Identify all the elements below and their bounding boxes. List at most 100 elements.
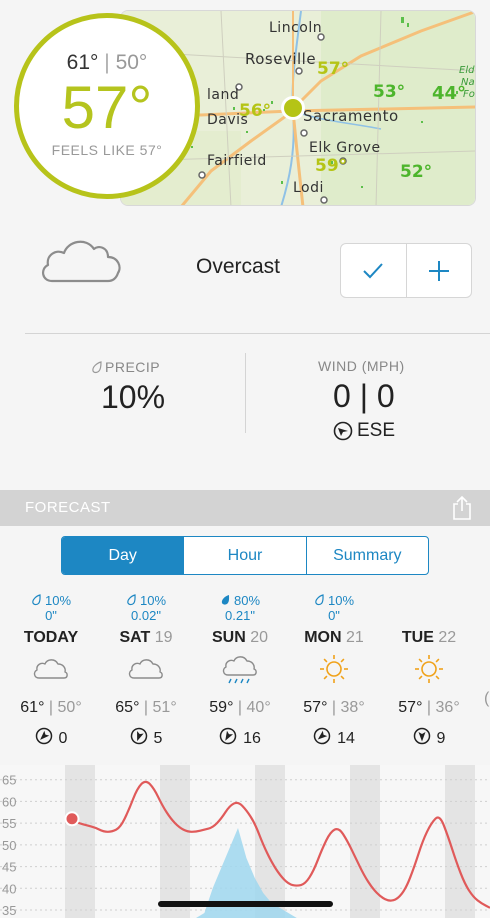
day-wind: 9	[382, 727, 476, 750]
high-temp: 61°	[66, 51, 99, 74]
raindrop-icon	[32, 594, 41, 606]
chart-y-tick: 60	[2, 794, 16, 809]
day-name: SAT 19	[99, 629, 193, 647]
map-city-roseville: Roseville	[245, 50, 317, 68]
day-label: SAT	[119, 629, 151, 646]
day-high: 61°	[20, 699, 45, 716]
precip-value: 10%	[101, 379, 166, 415]
day-high: 59°	[209, 699, 234, 716]
wind-value: 0 | 0	[333, 378, 395, 414]
map-temp-southeast: 52°	[400, 162, 433, 182]
map-city-lodi: Lodi	[293, 180, 324, 196]
day-label: TUE	[401, 629, 434, 646]
day-column[interactable]: TUE 22 57° | 36° 9	[382, 592, 476, 750]
day-high-low: 59° | 40°	[193, 699, 287, 717]
raindrop-icon	[92, 360, 102, 373]
day-low: 40°	[246, 699, 271, 716]
day-hilo-separator: |	[237, 699, 243, 716]
chart-night-band	[160, 765, 190, 918]
day-name: TODAY	[4, 629, 98, 647]
chart-y-tick: 45	[2, 860, 16, 875]
cloud-icon	[99, 649, 193, 689]
day-precip-amount: 0.02"	[131, 608, 161, 623]
day-label: SUN	[211, 629, 246, 646]
high-low-temps: 61° | 50°	[19, 51, 195, 75]
day-precip-chance: 10%	[139, 592, 167, 608]
divider	[25, 333, 490, 334]
day-precip-amount	[382, 608, 476, 624]
day-number: 20	[250, 629, 269, 646]
checkmark-icon	[363, 262, 383, 278]
day-low: 50°	[57, 699, 82, 716]
home-indicator	[158, 901, 333, 907]
day-precip	[382, 592, 476, 608]
day-number: 21	[345, 629, 364, 646]
day-high: 57°	[303, 699, 328, 716]
chart-y-tick: 35	[2, 903, 16, 918]
day-name: MON 21	[287, 629, 381, 647]
map-temp-east: 53°	[373, 82, 406, 102]
share-button[interactable]	[452, 495, 472, 525]
map-temp-elk-grove: 59°	[315, 156, 348, 176]
day-high: 57°	[398, 699, 423, 716]
raindrop-icon	[315, 594, 324, 606]
temperature-dial: 61° | 50° 57° FEELS LIKE 57°	[14, 13, 200, 199]
day-high-low: 57° | 38°	[287, 699, 381, 717]
day-column[interactable]: 10% 0" TODAY 61° | 50° 0	[4, 592, 98, 750]
tab-hour[interactable]: Hour	[183, 537, 305, 574]
current-temp: 57°	[61, 74, 153, 141]
rain-cloud-icon	[193, 649, 287, 689]
tab-summary[interactable]: Summary	[305, 537, 428, 574]
day-hilo-separator: |	[143, 699, 149, 716]
wind-direction: ESE	[333, 420, 395, 442]
day-precip: 80%	[193, 592, 287, 608]
wind-direction-label: ESE	[357, 420, 396, 441]
day-number: 22	[438, 629, 457, 646]
day-number: 19	[154, 629, 173, 646]
day-low: 36°	[435, 699, 460, 716]
day-wind: 0	[4, 727, 98, 750]
wind-arrow-icon	[413, 727, 431, 750]
day-precip-chance: 10%	[44, 592, 72, 608]
chart-night-band	[65, 765, 95, 918]
map-city-fairfield: Fairfield	[207, 153, 267, 169]
confirm-button[interactable]	[341, 244, 406, 297]
wind-arrow-icon	[130, 727, 148, 750]
map-temp-roseville: 57°	[317, 59, 350, 79]
low-temp: 50°	[115, 51, 148, 74]
day-label: TODAY	[23, 629, 79, 646]
day-precip-amount: 0"	[328, 608, 340, 623]
map-city-land: land	[207, 87, 240, 103]
forecast-header: FORECAST	[0, 490, 490, 526]
current-conditions-header: Lincoln Roseville land Davis Sacramento …	[0, 0, 490, 215]
day-column[interactable]: 10% 0" MON 21 57° | 38° 14	[287, 592, 381, 750]
day-wind: 16	[193, 727, 287, 750]
chart-current-marker	[64, 811, 80, 827]
day-column[interactable]: 10% 0.02" SAT 19 65° | 51° 5	[99, 592, 193, 750]
day-column[interactable]: 80% 0.21" SUN 20 59° | 40° 16	[193, 592, 287, 750]
day-high-low: 61° | 50°	[4, 699, 98, 717]
hourly-temperature-chart: 65 60 55 50 45 40 35	[0, 765, 490, 918]
action-buttons	[340, 243, 472, 298]
day-precip-amount: 0.21"	[225, 608, 255, 623]
chart-y-tick: 50	[2, 838, 16, 853]
chart-y-tick: 65	[2, 773, 16, 788]
map-city-eld: Eld	[459, 65, 475, 76]
day-low: 51°	[152, 699, 177, 716]
share-icon	[453, 495, 471, 520]
precip-label-group: PRECIP	[91, 359, 160, 375]
hilo-separator: |	[104, 51, 110, 74]
day-hilo-separator: |	[48, 699, 54, 716]
day-wind-speed: 0	[58, 729, 68, 747]
day-high-low: 65° | 51°	[99, 699, 193, 717]
day-wind-speed: 14	[337, 729, 355, 747]
tab-day[interactable]: Day	[62, 537, 184, 574]
day-precip-chance: 80%	[233, 592, 261, 608]
add-button[interactable]	[405, 244, 472, 297]
day-label: MON	[304, 629, 342, 646]
day-wind-speed: 5	[153, 729, 163, 747]
wind-arrow-icon	[313, 727, 331, 750]
day-precip-chance: 10%	[327, 592, 355, 608]
day-precip-amount: 0"	[45, 608, 57, 623]
wind-arrow-icon	[35, 727, 53, 750]
